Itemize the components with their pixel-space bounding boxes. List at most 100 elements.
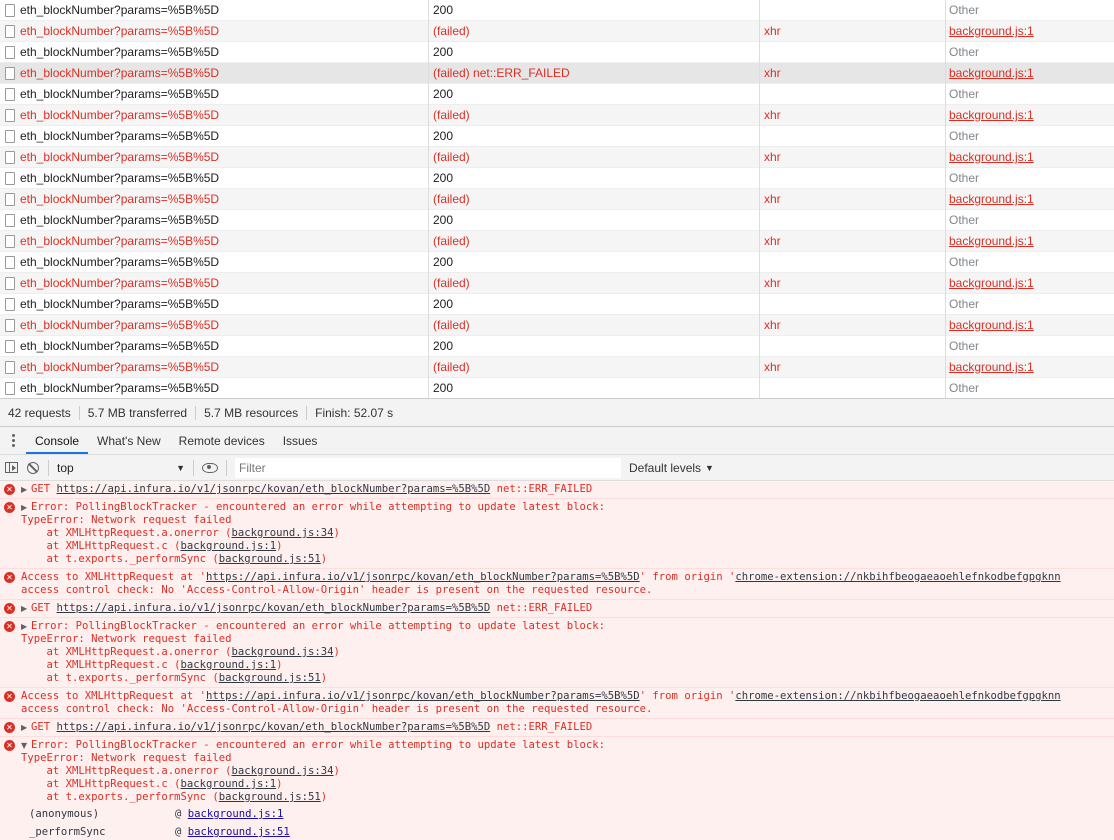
live-expression-eye-icon[interactable] (202, 462, 218, 473)
stack-frame-link[interactable]: background.js:34 (231, 765, 333, 777)
request-name[interactable]: eth_blockNumber?params=%5B%5D (0, 210, 428, 231)
clear-console-icon[interactable] (22, 457, 44, 479)
request-type: xhr (759, 63, 945, 84)
request-name[interactable]: eth_blockNumber?params=%5B%5D (0, 105, 428, 126)
request-url-link[interactable]: https://api.infura.io/v1/jsonrpc/kovan/e… (57, 483, 491, 495)
call-stack-link[interactable]: background.js:51 (188, 826, 290, 838)
stack-frame-link[interactable]: background.js:1 (180, 778, 276, 790)
network-row[interactable]: eth_blockNumber?params=%5B%5D (failed) ne… (0, 63, 1114, 84)
network-row[interactable]: eth_blockNumber?params=%5B%5D (failed) xhr… (0, 357, 1114, 378)
cors-origin-link[interactable]: chrome-extension://nkbihfbeogaeaoehlefnk… (735, 690, 1060, 702)
request-type: xhr (759, 231, 945, 252)
cors-url-link[interactable]: https://api.infura.io/v1/jsonrpc/kovan/e… (206, 571, 640, 583)
initiator-link[interactable]: background.js:1 (949, 318, 1034, 332)
network-row[interactable]: eth_blockNumber?params=%5B%5D (failed) xhr… (0, 189, 1114, 210)
request-type (759, 168, 945, 189)
stack-frame-link[interactable]: background.js:1 (180, 540, 276, 552)
request-name[interactable]: eth_blockNumber?params=%5B%5D (0, 252, 428, 273)
initiator-link[interactable]: background.js:1 (949, 24, 1034, 38)
drawer-menu-icon[interactable] (0, 427, 26, 454)
stack-frame-link[interactable]: background.js:51 (219, 791, 321, 803)
request-name[interactable]: eth_blockNumber?params=%5B%5D (0, 84, 428, 105)
request-name[interactable]: eth_blockNumber?params=%5B%5D (0, 231, 428, 252)
request-name[interactable]: eth_blockNumber?params=%5B%5D (0, 21, 428, 42)
request-name[interactable]: eth_blockNumber?params=%5B%5D (0, 0, 428, 21)
network-row[interactable]: eth_blockNumber?params=%5B%5D 200 Other (0, 84, 1114, 105)
network-row[interactable]: eth_blockNumber?params=%5B%5D (failed) xhr… (0, 231, 1114, 252)
filter-input[interactable] (235, 457, 621, 478)
network-summary-bar: 42 requests 5.7 MB transferred 5.7 MB re… (0, 398, 1114, 426)
expand-triangle-icon[interactable]: ▶ (21, 602, 31, 615)
console-error-message[interactable]: ✕ ▼ Error: PollingBlockTracker - encounter… (0, 737, 1114, 840)
initiator-link[interactable]: background.js:1 (949, 360, 1034, 374)
cors-url-link[interactable]: https://api.infura.io/v1/jsonrpc/kovan/e… (206, 690, 640, 702)
initiator-link[interactable]: background.js:1 (949, 108, 1034, 122)
request-name[interactable]: eth_blockNumber?params=%5B%5D (0, 273, 428, 294)
initiator-link[interactable]: background.js:1 (949, 234, 1034, 248)
request-name[interactable]: eth_blockNumber?params=%5B%5D (0, 315, 428, 336)
network-row[interactable]: eth_blockNumber?params=%5B%5D (failed) xhr… (0, 315, 1114, 336)
request-name[interactable]: eth_blockNumber?params=%5B%5D (0, 147, 428, 168)
initiator-link[interactable]: background.js:1 (949, 66, 1034, 80)
request-status: (failed) (428, 21, 759, 42)
network-row[interactable]: eth_blockNumber?params=%5B%5D 200 Other (0, 42, 1114, 63)
expand-triangle-icon[interactable]: ▶ (21, 721, 31, 734)
stack-frame-link[interactable]: background.js:34 (231, 527, 333, 539)
console-error-message[interactable]: ✕ ▶ GET https://api.infura.io/v1/jsonrpc/k… (0, 719, 1114, 737)
network-row[interactable]: eth_blockNumber?params=%5B%5D 200 Other (0, 336, 1114, 357)
expand-triangle-icon[interactable]: ▶ (21, 620, 31, 633)
request-url-link[interactable]: https://api.infura.io/v1/jsonrpc/kovan/e… (57, 721, 491, 733)
initiator-link[interactable]: background.js:1 (949, 150, 1034, 164)
initiator-link[interactable]: background.js:1 (949, 192, 1034, 206)
tab-console[interactable]: Console (26, 427, 89, 454)
network-row[interactable]: eth_blockNumber?params=%5B%5D 200 Other (0, 126, 1114, 147)
request-name[interactable]: eth_blockNumber?params=%5B%5D (0, 168, 428, 189)
show-sidebar-icon[interactable] (0, 457, 22, 479)
network-row[interactable]: eth_blockNumber?params=%5B%5D (failed) xhr… (0, 273, 1114, 294)
request-name[interactable]: eth_blockNumber?params=%5B%5D (0, 357, 428, 378)
network-row[interactable]: eth_blockNumber?params=%5B%5D 200 Other (0, 252, 1114, 273)
tab-issues[interactable]: Issues (274, 427, 327, 454)
collapse-triangle-icon[interactable]: ▼ (21, 739, 31, 752)
tab-remote-devices[interactable]: Remote devices (170, 427, 274, 454)
network-row[interactable]: eth_blockNumber?params=%5B%5D (failed) xhr… (0, 105, 1114, 126)
request-name[interactable]: eth_blockNumber?params=%5B%5D (0, 294, 428, 315)
finish-time: Finish: 52.07 s (315, 405, 394, 420)
console-error-message[interactable]: ✕ ▶ Error: PollingBlockTracker - encounter… (0, 499, 1114, 569)
stack-frame-link[interactable]: background.js:51 (219, 672, 321, 684)
stack-frame-link[interactable]: background.js:1 (180, 659, 276, 671)
console-error-message[interactable]: ✕ Access to XMLHttpRequest at 'https://ap… (0, 569, 1114, 600)
console-error-message[interactable]: ✕ ▶ GET https://api.infura.io/v1/jsonrpc/k… (0, 481, 1114, 499)
network-row[interactable]: eth_blockNumber?params=%5B%5D (failed) xhr… (0, 147, 1114, 168)
stack-frame-link[interactable]: background.js:51 (219, 553, 321, 565)
network-row[interactable]: eth_blockNumber?params=%5B%5D (failed) xhr… (0, 21, 1114, 42)
network-row[interactable]: eth_blockNumber?params=%5B%5D 200 Other (0, 294, 1114, 315)
network-row[interactable]: eth_blockNumber?params=%5B%5D 200 Other (0, 0, 1114, 21)
request-name[interactable]: eth_blockNumber?params=%5B%5D (0, 336, 428, 357)
console-error-message[interactable]: ✕ ▶ GET https://api.infura.io/v1/jsonrpc/k… (0, 600, 1114, 618)
network-row[interactable]: eth_blockNumber?params=%5B%5D 200 Other (0, 378, 1114, 398)
request-name[interactable]: eth_blockNumber?params=%5B%5D (0, 378, 428, 398)
tab-whats-new[interactable]: What's New (88, 427, 170, 454)
request-type: xhr (759, 189, 945, 210)
console-error-message[interactable]: ✕ Access to XMLHttpRequest at 'https://ap… (0, 688, 1114, 719)
request-type (759, 378, 945, 398)
request-name[interactable]: eth_blockNumber?params=%5B%5D (0, 126, 428, 147)
cors-origin-link[interactable]: chrome-extension://nkbihfbeogaeaoehlefnk… (735, 571, 1060, 583)
log-levels-dropdown[interactable]: Default levels ▼ (629, 461, 714, 475)
initiator-text: Other (949, 381, 980, 395)
console-error-message[interactable]: ✕ ▶ Error: PollingBlockTracker - encounter… (0, 618, 1114, 688)
request-url-link[interactable]: https://api.infura.io/v1/jsonrpc/kovan/e… (57, 602, 491, 614)
network-row[interactable]: eth_blockNumber?params=%5B%5D 200 Other (0, 168, 1114, 189)
request-name[interactable]: eth_blockNumber?params=%5B%5D (0, 42, 428, 63)
expand-triangle-icon[interactable]: ▶ (21, 501, 31, 514)
stack-frame-link[interactable]: background.js:34 (231, 646, 333, 658)
call-stack-function: (anonymous) (29, 808, 100, 820)
request-name[interactable]: eth_blockNumber?params=%5B%5D (0, 63, 428, 84)
initiator-link[interactable]: background.js:1 (949, 276, 1034, 290)
request-name[interactable]: eth_blockNumber?params=%5B%5D (0, 189, 428, 210)
network-row[interactable]: eth_blockNumber?params=%5B%5D 200 Other (0, 210, 1114, 231)
context-selector[interactable]: top ▼ (53, 458, 189, 478)
call-stack-link[interactable]: background.js:1 (188, 808, 284, 820)
expand-triangle-icon[interactable]: ▶ (21, 483, 31, 496)
